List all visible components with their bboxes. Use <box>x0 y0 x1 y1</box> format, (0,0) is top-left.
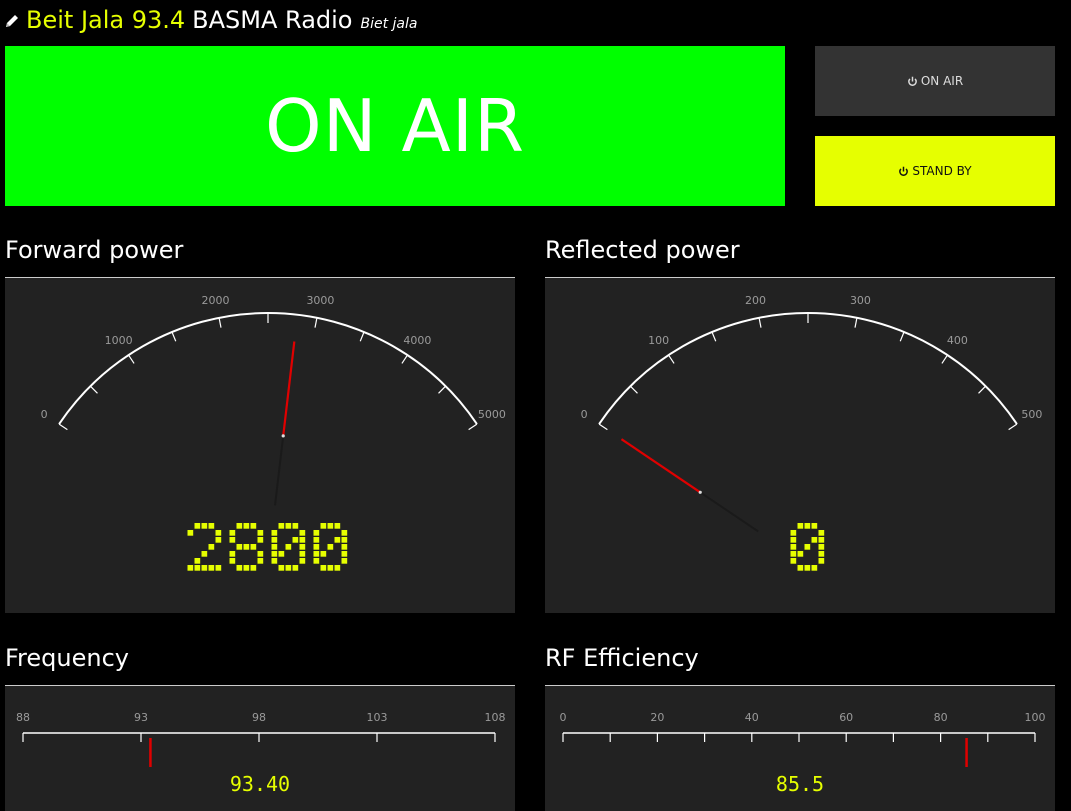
reflected-gauge-tick <box>598 423 608 431</box>
power-icon <box>899 166 909 176</box>
efficiency-scale-label: 60 <box>839 711 853 724</box>
forward-gauge-tick <box>218 317 222 328</box>
efficiency-scale-label: 100 <box>1025 711 1046 724</box>
reflected-gauge-tick <box>668 354 675 364</box>
reflected-gauge-tick <box>978 385 986 394</box>
forward-gauge-tick <box>58 423 68 431</box>
frequency-scale-label: 103 <box>367 711 388 724</box>
reflected-gauge-tick <box>941 354 948 364</box>
reflected-gauge-label: 300 <box>850 294 871 307</box>
forward-gauge-label: 1000 <box>105 334 133 347</box>
station-brand: BASMA Radio <box>192 6 353 34</box>
frequency-scale-label: 98 <box>252 711 266 724</box>
reflected-power-title: Reflected power <box>545 236 740 264</box>
stand-by-button-label: STAND BY <box>912 164 972 178</box>
pencil-icon[interactable] <box>4 13 20 29</box>
forward-power-title: Forward power <box>5 236 184 264</box>
forward-power-gauge: 0 1000 2000 3000 4000 5000 <box>41 294 506 571</box>
efficiency-scale-label: 0 <box>560 711 567 724</box>
reflected-gauge-label: 200 <box>745 294 766 307</box>
reflected-gauge-tick <box>1008 423 1018 431</box>
station-name: Beit Jala 93.4 <box>26 6 186 34</box>
forward-power-card: 0 1000 2000 3000 4000 5000 <box>5 278 515 613</box>
rf-efficiency-card: 0 20 40 60 80 100 85.5 <box>545 686 1055 811</box>
forward-gauge-tick <box>468 423 478 431</box>
frequency-scale-label: 108 <box>485 711 506 724</box>
forward-needle-tail <box>274 435 285 506</box>
page-header: Beit Jala 93.4 BASMA Radio Biet jala <box>4 6 417 36</box>
forward-gauge-label: 4000 <box>403 334 431 347</box>
reflected-power-card: 0 100 200 300 400 500 <box>545 278 1055 613</box>
forward-needle-hub <box>281 434 285 438</box>
power-icon <box>907 76 917 86</box>
forward-gauge-label: 2000 <box>202 294 230 307</box>
forward-gauge-tick <box>438 385 446 394</box>
forward-gauge-tick <box>90 385 98 394</box>
efficiency-readout: 85.5 <box>776 772 824 796</box>
reflected-gauge-label: 100 <box>648 334 669 347</box>
reflected-gauge-tick <box>854 317 858 328</box>
reflected-needle-hub <box>698 490 702 494</box>
station-subtitle: Biet jala <box>360 16 418 32</box>
rf-efficiency-title: RF Efficiency <box>545 644 699 672</box>
forward-gauge-needle <box>282 341 296 437</box>
reflected-gauge-label: 0 <box>581 408 588 421</box>
forward-gauge-arc <box>58 312 478 425</box>
forward-gauge-tick <box>401 354 408 364</box>
reflected-gauge-needle <box>620 438 701 494</box>
reflected-gauge-tick <box>630 385 638 394</box>
forward-gauge-tick <box>171 331 177 342</box>
forward-gauge-label: 3000 <box>306 294 334 307</box>
forward-led-readout <box>187 523 348 571</box>
reflected-gauge-arc <box>598 312 1018 425</box>
forward-gauge-tick <box>128 354 135 364</box>
on-air-button-label: ON AIR <box>920 74 964 88</box>
frequency-title: Frequency <box>5 644 129 672</box>
forward-gauge-tick <box>359 331 365 342</box>
efficiency-scale-label: 40 <box>745 711 759 724</box>
reflected-led-readout <box>790 523 825 571</box>
forward-gauge-label: 5000 <box>478 408 506 421</box>
on-air-status-banner: ON AIR <box>5 46 785 206</box>
frequency-scale-label: 93 <box>134 711 148 724</box>
reflected-gauge-tick <box>711 331 717 342</box>
reflected-gauge-tick <box>899 331 905 342</box>
reflected-power-gauge: 0 100 200 300 400 500 <box>581 294 1042 571</box>
frequency-scale: 88 93 98 103 108 93.40 <box>16 711 506 796</box>
frequency-readout: 93.40 <box>230 772 290 796</box>
reflected-needle-tail <box>699 491 759 533</box>
forward-gauge-tick <box>314 317 318 328</box>
forward-gauge-label: 0 <box>41 408 48 421</box>
reflected-gauge-label: 400 <box>947 334 968 347</box>
efficiency-scale-label: 80 <box>934 711 948 724</box>
efficiency-scale-label: 20 <box>650 711 664 724</box>
frequency-card: 88 93 98 103 108 93.40 <box>5 686 515 811</box>
stand-by-button[interactable]: STAND BY <box>815 136 1055 206</box>
frequency-scale-label: 88 <box>16 711 30 724</box>
rf-efficiency-scale: 0 20 40 60 80 100 85.5 <box>560 711 1046 796</box>
reflected-gauge-label: 500 <box>1021 408 1042 421</box>
reflected-gauge-tick <box>758 317 762 328</box>
on-air-button[interactable]: ON AIR <box>815 46 1055 116</box>
